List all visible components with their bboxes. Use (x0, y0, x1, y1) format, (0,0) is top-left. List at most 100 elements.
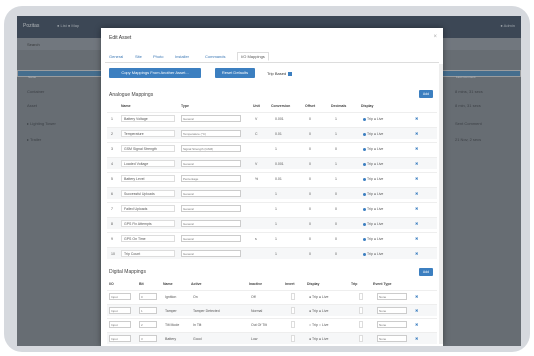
delete-icon[interactable]: ✖ (415, 131, 418, 136)
type-select[interactable]: General (181, 250, 241, 257)
add-digital-button[interactable]: Add (419, 268, 433, 276)
io-select[interactable]: Input (109, 293, 131, 300)
tab-commands[interactable]: Commands (205, 54, 225, 59)
display-radio[interactable]: Trip ● Live (363, 192, 383, 196)
tab-bar: General Site Photo Installer Commands I/… (105, 52, 439, 63)
copy-mappings-button[interactable]: Copy Mappings From Another Asset... (109, 68, 201, 78)
display-radio[interactable]: ○ Trip ○ Live (309, 323, 328, 327)
bit-select[interactable]: 1 (139, 307, 157, 314)
close-icon[interactable]: × (433, 34, 437, 40)
display-radio[interactable]: Trip ● Live (363, 147, 383, 151)
io-select[interactable]: Input (109, 321, 131, 328)
delete-icon[interactable]: ✖ (415, 116, 418, 121)
io-select[interactable]: Input (109, 335, 131, 342)
radio-icon[interactable] (363, 147, 366, 151)
conversion-value: 0.01 (275, 132, 282, 136)
type-select[interactable]: Signal Strength (GSM) (181, 145, 241, 152)
offset-value: 0 (309, 162, 311, 166)
name-input[interactable]: Loaded Voltage (121, 160, 175, 167)
radio-icon[interactable] (363, 177, 366, 181)
display-radio[interactable]: Trip ● Live (363, 207, 383, 211)
display-radio[interactable]: Trip ● Live (363, 222, 383, 226)
display-radio[interactable]: Trip ● Live (363, 132, 383, 136)
tab-io-mappings[interactable]: I/O Mappings (237, 52, 269, 61)
display-radio[interactable]: ● Trip ● Live (309, 295, 328, 299)
delete-icon[interactable]: ✖ (415, 251, 418, 256)
radio-icon[interactable] (363, 207, 366, 211)
delete-icon[interactable]: ✖ (415, 322, 418, 327)
trip-based-label: Trip Based (267, 71, 287, 76)
radio-icon[interactable] (363, 252, 366, 256)
invert-checkbox[interactable] (291, 307, 295, 314)
delete-icon[interactable]: ✖ (415, 176, 418, 181)
trip-based-checkbox[interactable]: Trip Based (267, 71, 293, 76)
bit-select[interactable]: 3 (139, 335, 157, 342)
name-input[interactable]: GPS Fix Attempts (121, 220, 175, 227)
delete-icon[interactable]: ✖ (415, 336, 418, 341)
delete-icon[interactable]: ✖ (415, 146, 418, 151)
delete-icon[interactable]: ✖ (415, 161, 418, 166)
display-radio[interactable]: ● Trip ● Live (309, 337, 328, 341)
event-type-select[interactable]: None (377, 293, 407, 300)
type-select[interactable]: General (181, 190, 241, 197)
dialog-scrollbar[interactable] (439, 64, 443, 344)
event-type-select[interactable]: None (377, 321, 407, 328)
tab-site[interactable]: Site (135, 54, 142, 59)
name-input[interactable]: Temperature (121, 130, 175, 137)
type-select[interactable]: General (181, 205, 241, 212)
delete-icon[interactable]: ✖ (415, 191, 418, 196)
invert-checkbox[interactable] (291, 335, 295, 342)
name-input[interactable]: Successful Uploads (121, 190, 175, 197)
display-radio[interactable]: Trip ● Live (363, 117, 383, 121)
name-input[interactable]: Battery Level (121, 175, 175, 182)
name-input[interactable]: Battery Voltage (121, 115, 175, 122)
tab-photo[interactable]: Photo (153, 54, 163, 59)
type-select[interactable]: General (181, 220, 241, 227)
add-analogue-button[interactable]: Add (419, 90, 433, 98)
event-type-select[interactable]: None (377, 335, 407, 342)
name-value: Ignition (165, 295, 177, 299)
name-input[interactable]: Trip Count (121, 250, 175, 257)
io-select[interactable]: Input (109, 307, 131, 314)
type-select[interactable]: Temperature (°C) (181, 130, 241, 137)
table-row: 3 GSM Signal Strength Signal Strength (GSM… (107, 142, 437, 154)
checkbox-icon[interactable] (288, 71, 293, 76)
name-input[interactable]: GPS On Time (121, 235, 175, 242)
name-input[interactable]: Failed Uploads (121, 205, 175, 212)
event-type-select[interactable]: None (377, 307, 407, 314)
trip-checkbox[interactable] (359, 335, 363, 342)
display-radio[interactable]: ● Trip ● Live (309, 309, 328, 313)
delete-icon[interactable]: ✖ (415, 236, 418, 241)
delete-icon[interactable]: ✖ (415, 308, 418, 313)
delete-icon[interactable]: ✖ (415, 294, 418, 299)
offset-value: 0 (309, 147, 311, 151)
display-radio[interactable]: Trip ● Live (363, 177, 383, 181)
radio-icon[interactable] (363, 237, 366, 241)
reset-defaults-button[interactable]: Reset Defaults (215, 68, 255, 78)
radio-icon[interactable] (363, 132, 366, 136)
bit-select[interactable]: 2 (139, 321, 157, 328)
trip-checkbox[interactable] (359, 293, 363, 300)
type-select[interactable]: General (181, 235, 241, 242)
trip-checkbox[interactable] (359, 321, 363, 328)
invert-checkbox[interactable] (291, 321, 295, 328)
display-radio[interactable]: Trip ● Live (363, 252, 383, 256)
radio-icon[interactable] (363, 192, 366, 196)
radio-icon[interactable] (363, 162, 366, 166)
type-select[interactable]: General (181, 160, 241, 167)
type-select[interactable]: General (181, 115, 241, 122)
tab-installer[interactable]: Installer (175, 54, 189, 59)
type-select[interactable]: Percentage (181, 175, 241, 182)
delete-icon[interactable]: ✖ (415, 221, 418, 226)
radio-icon[interactable] (363, 222, 366, 226)
name-input[interactable]: GSM Signal Strength (121, 145, 175, 152)
display-radio[interactable]: Trip ● Live (363, 237, 383, 241)
bit-select[interactable]: 0 (139, 293, 157, 300)
radio-icon[interactable] (363, 117, 366, 121)
delete-icon[interactable]: ✖ (415, 206, 418, 211)
trip-checkbox[interactable] (359, 307, 363, 314)
display-radio[interactable]: Trip ● Live (363, 162, 383, 166)
invert-checkbox[interactable] (291, 293, 295, 300)
tab-general[interactable]: General (109, 54, 123, 59)
edit-asset-dialog: Edit Asset × General Site Photo Installe… (101, 28, 443, 346)
